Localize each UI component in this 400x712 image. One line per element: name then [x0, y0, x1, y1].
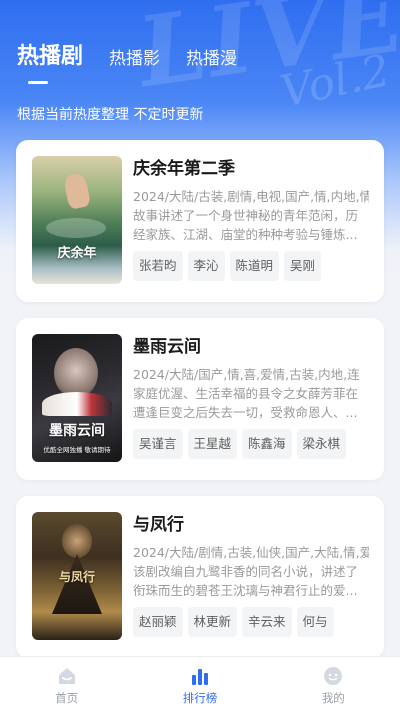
poster-title: 庆余年 — [57, 246, 97, 261]
actor-chip[interactable]: 梁永棋 — [296, 429, 347, 459]
poster-title: 与凤行 — [58, 570, 95, 584]
poster-image: 庆余年 — [32, 156, 122, 284]
card-tags: 2024/大陆/国产,情,喜,爱情,古装,内地,连 — [133, 367, 360, 382]
nav-home-label: 首页 — [55, 691, 79, 705]
drama-card[interactable]: 庆余年 庆余年第二季 2024/大陆/古装,剧情,电视,国产,情,内地,情 故事… — [16, 140, 384, 302]
tab-hot-dramas[interactable]: 热播剧 — [17, 38, 83, 70]
actor-chip[interactable]: 赵丽颖 — [133, 607, 183, 637]
actor-chip[interactable]: 王星越 — [187, 429, 238, 459]
profile-face-icon — [324, 667, 343, 685]
card-description: 家庭优渥、生活幸福的县令之女薛芳菲在遭逢巨变之后失去一切，受救命恩人、... — [133, 386, 359, 420]
page-subtitle: 根据当前热度整理 不定时更新 — [17, 107, 204, 123]
actor-chip[interactable]: 陈道明 — [229, 251, 280, 281]
actor-chip[interactable]: 林更新 — [187, 607, 238, 637]
actor-list: 吴谨言 王星越 陈鑫海 梁永棋 — [133, 429, 369, 459]
tab-hot-movies[interactable]: 热播影 — [109, 44, 160, 70]
actor-list: 赵丽颖 林更新 辛云来 何与 — [133, 607, 369, 637]
bottom-nav: 首页 排行榜 我的 — [0, 656, 400, 712]
actor-chip[interactable]: 张若昀 — [133, 251, 183, 281]
actor-chip[interactable]: 李沁 — [187, 251, 225, 281]
card-tags: 2024/大陆/剧情,古装,仙侠,国产,大陆,情,爱 — [133, 545, 369, 560]
card-tags: 2024/大陆/古装,剧情,电视,国产,情,内地,情 — [133, 189, 369, 204]
poster-image: 墨雨云间 优酷全网独播 敬请期待 — [32, 334, 122, 462]
ranking-chart-icon — [191, 669, 208, 685]
actor-list: 张若昀 李沁 陈道明 吴刚 — [133, 251, 369, 281]
card-description: 故事讲述了一个身世神秘的青年范闲，历经家族、江湖、庙堂的种种考验与锤炼... — [133, 208, 359, 242]
poster-image: 与凤行 — [32, 512, 122, 640]
nav-home[interactable]: 首页 — [0, 657, 133, 712]
tab-hot-anime[interactable]: 热播漫 — [186, 44, 237, 70]
poster-title: 墨雨云间 — [49, 423, 105, 439]
actor-chip[interactable]: 陈鑫海 — [242, 429, 292, 459]
category-tabs: 热播剧 热播影 热播漫 — [17, 38, 237, 70]
nav-ranking[interactable]: 排行榜 — [133, 657, 266, 712]
actor-chip[interactable]: 吴刚 — [284, 251, 322, 281]
home-icon — [58, 668, 75, 684]
nav-ranking-label: 排行榜 — [182, 691, 218, 705]
actor-chip[interactable]: 何与 — [296, 607, 334, 637]
actor-chip[interactable]: 辛云来 — [242, 607, 292, 637]
poster-caption: 优酷全网独播 敬请期待 — [43, 446, 111, 454]
card-title: 庆余年第二季 — [133, 159, 235, 179]
actor-chip[interactable]: 吴谨言 — [133, 429, 183, 459]
nav-profile[interactable]: 我的 — [267, 657, 400, 712]
drama-card[interactable]: 与凤行 与凤行 2024/大陆/剧情,古装,仙侠,国产,大陆,情,爱 该剧改编自… — [16, 496, 384, 658]
card-title: 与凤行 — [133, 515, 184, 535]
active-tab-indicator — [28, 81, 48, 84]
card-title: 墨雨云间 — [133, 337, 201, 357]
nav-profile-label: 我的 — [321, 691, 345, 705]
card-description: 该剧改编自九鹭非香的同名小说，讲述了衔珠而生的碧苍王沈璃与神君行止的爱... — [133, 564, 359, 598]
drama-card[interactable]: 墨雨云间 优酷全网独播 敬请期待 墨雨云间 2024/大陆/国产,情,喜,爱情,… — [16, 318, 384, 480]
